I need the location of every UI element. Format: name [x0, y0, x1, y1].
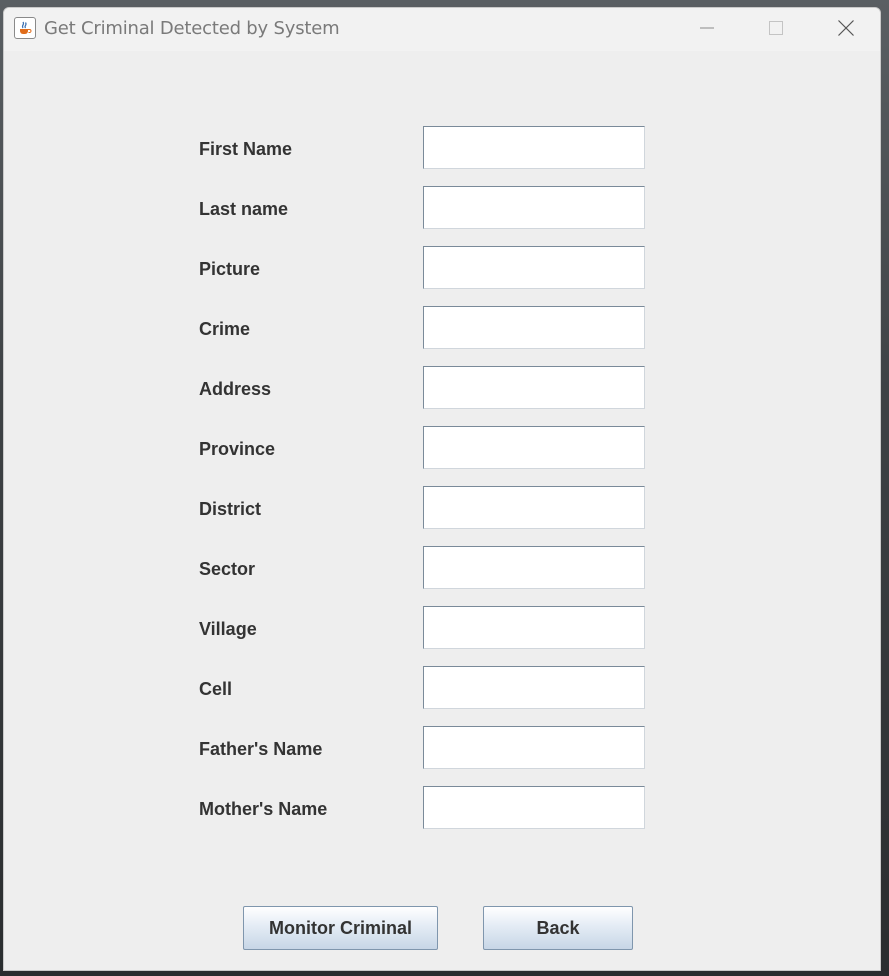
district-label: District [199, 499, 262, 519]
village-label: Village [199, 619, 257, 639]
province-field[interactable] [423, 426, 645, 469]
mothers-name-field[interactable] [423, 786, 645, 829]
province-label: Province [199, 439, 276, 459]
close-icon [838, 20, 854, 36]
window-title: Get Criminal Detected by System [44, 18, 340, 39]
fathers-name-field[interactable] [423, 726, 645, 769]
address-field[interactable] [423, 366, 645, 409]
crime-field[interactable] [423, 306, 645, 349]
picture-label: Picture [199, 259, 261, 279]
crime-label: Crime [199, 319, 251, 339]
first-name-label: First Name [199, 139, 293, 159]
java-coffee-icon [14, 17, 36, 39]
first-name-field[interactable] [423, 126, 645, 169]
title-bar[interactable]: Get Criminal Detected by System [4, 8, 880, 51]
minimize-button[interactable] [677, 8, 737, 48]
fathers-name-label: Father's Name [199, 739, 323, 759]
close-button[interactable] [816, 8, 876, 48]
mothers-name-label: Mother's Name [199, 799, 328, 819]
maximize-icon [769, 21, 783, 35]
village-field[interactable] [423, 606, 645, 649]
maximize-button[interactable] [746, 8, 806, 48]
cell-label: Cell [199, 679, 233, 699]
back-button[interactable]: Back [483, 906, 633, 950]
picture-field[interactable] [423, 246, 645, 289]
sector-label: Sector [199, 559, 256, 579]
last-name-label: Last name [199, 199, 289, 219]
last-name-field[interactable] [423, 186, 645, 229]
minimize-icon [700, 27, 714, 29]
monitor-criminal-button[interactable]: Monitor Criminal [243, 906, 438, 950]
district-field[interactable] [423, 486, 645, 529]
sector-field[interactable] [423, 546, 645, 589]
app-window: Get Criminal Detected by System First Na… [3, 7, 881, 971]
cell-field[interactable] [423, 666, 645, 709]
address-label: Address [199, 379, 272, 399]
